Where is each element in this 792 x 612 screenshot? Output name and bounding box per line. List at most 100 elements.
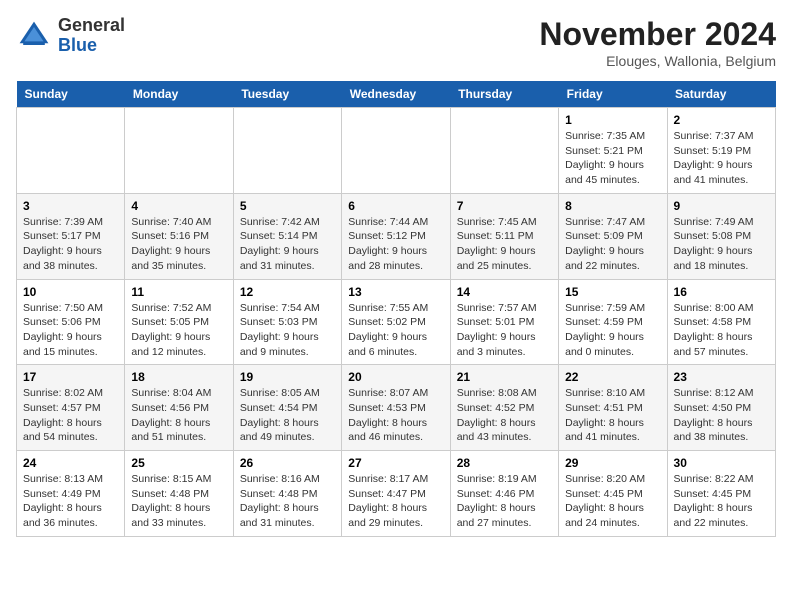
day-info: Sunrise: 7:44 AM Sunset: 5:12 PM Dayligh… xyxy=(348,215,443,274)
day-info: Sunrise: 7:40 AM Sunset: 5:16 PM Dayligh… xyxy=(131,215,226,274)
week-row-4: 24 Sunrise: 8:13 AM Sunset: 4:49 PM Dayli… xyxy=(17,451,776,537)
day-number: 28 xyxy=(457,456,552,470)
title-area: November 2024 Elouges, Wallonia, Belgium xyxy=(539,16,776,69)
day-number: 15 xyxy=(565,285,660,299)
day-number: 12 xyxy=(240,285,335,299)
logo-icon xyxy=(16,18,52,54)
day-cell: 29 Sunrise: 8:20 AM Sunset: 4:45 PM Dayli… xyxy=(559,451,667,537)
day-info: Sunrise: 7:55 AM Sunset: 5:02 PM Dayligh… xyxy=(348,301,443,360)
day-info: Sunrise: 8:05 AM Sunset: 4:54 PM Dayligh… xyxy=(240,386,335,445)
day-cell: 25 Sunrise: 8:15 AM Sunset: 4:48 PM Dayli… xyxy=(125,451,233,537)
day-number: 17 xyxy=(23,370,118,384)
day-number: 21 xyxy=(457,370,552,384)
day-info: Sunrise: 8:08 AM Sunset: 4:52 PM Dayligh… xyxy=(457,386,552,445)
day-info: Sunrise: 7:37 AM Sunset: 5:19 PM Dayligh… xyxy=(674,129,769,188)
logo-general: General xyxy=(58,15,125,35)
day-info: Sunrise: 7:47 AM Sunset: 5:09 PM Dayligh… xyxy=(565,215,660,274)
day-cell xyxy=(342,108,450,194)
day-info: Sunrise: 7:42 AM Sunset: 5:14 PM Dayligh… xyxy=(240,215,335,274)
day-number: 5 xyxy=(240,199,335,213)
day-number: 11 xyxy=(131,285,226,299)
day-number: 27 xyxy=(348,456,443,470)
day-number: 13 xyxy=(348,285,443,299)
day-cell: 9 Sunrise: 7:49 AM Sunset: 5:08 PM Daylig… xyxy=(667,193,775,279)
location: Elouges, Wallonia, Belgium xyxy=(539,53,776,69)
day-info: Sunrise: 8:02 AM Sunset: 4:57 PM Dayligh… xyxy=(23,386,118,445)
weekday-header-thursday: Thursday xyxy=(450,81,558,108)
day-info: Sunrise: 8:13 AM Sunset: 4:49 PM Dayligh… xyxy=(23,472,118,531)
day-cell: 22 Sunrise: 8:10 AM Sunset: 4:51 PM Dayli… xyxy=(559,365,667,451)
day-cell: 7 Sunrise: 7:45 AM Sunset: 5:11 PM Daylig… xyxy=(450,193,558,279)
day-cell: 4 Sunrise: 7:40 AM Sunset: 5:16 PM Daylig… xyxy=(125,193,233,279)
day-cell: 12 Sunrise: 7:54 AM Sunset: 5:03 PM Dayli… xyxy=(233,279,341,365)
day-cell: 18 Sunrise: 8:04 AM Sunset: 4:56 PM Dayli… xyxy=(125,365,233,451)
calendar-table: SundayMondayTuesdayWednesdayThursdayFrid… xyxy=(16,81,776,537)
day-info: Sunrise: 8:04 AM Sunset: 4:56 PM Dayligh… xyxy=(131,386,226,445)
day-info: Sunrise: 7:49 AM Sunset: 5:08 PM Dayligh… xyxy=(674,215,769,274)
day-info: Sunrise: 8:00 AM Sunset: 4:58 PM Dayligh… xyxy=(674,301,769,360)
day-number: 25 xyxy=(131,456,226,470)
weekday-header-row: SundayMondayTuesdayWednesdayThursdayFrid… xyxy=(17,81,776,108)
month-title: November 2024 xyxy=(539,16,776,53)
day-cell: 20Sunrise: 8:07 AM Sunset: 4:53 PM Dayli… xyxy=(342,365,450,451)
day-info: Sunrise: 8:16 AM Sunset: 4:48 PM Dayligh… xyxy=(240,472,335,531)
day-cell: 1Sunrise: 7:35 AM Sunset: 5:21 PM Daylig… xyxy=(559,108,667,194)
weekday-header-sunday: Sunday xyxy=(17,81,125,108)
day-number: 24 xyxy=(23,456,118,470)
weekday-header-saturday: Saturday xyxy=(667,81,775,108)
week-row-2: 10 Sunrise: 7:50 AM Sunset: 5:06 PM Dayli… xyxy=(17,279,776,365)
day-cell: 11 Sunrise: 7:52 AM Sunset: 5:05 PM Dayli… xyxy=(125,279,233,365)
day-number: 4 xyxy=(131,199,226,213)
day-cell: 23 Sunrise: 8:12 AM Sunset: 4:50 PM Dayli… xyxy=(667,365,775,451)
day-info: Sunrise: 8:07 AM Sunset: 4:53 PM Dayligh… xyxy=(348,386,443,445)
day-cell: 5 Sunrise: 7:42 AM Sunset: 5:14 PM Daylig… xyxy=(233,193,341,279)
week-row-0: 1Sunrise: 7:35 AM Sunset: 5:21 PM Daylig… xyxy=(17,108,776,194)
day-number: 7 xyxy=(457,199,552,213)
day-info: Sunrise: 7:52 AM Sunset: 5:05 PM Dayligh… xyxy=(131,301,226,360)
day-info: Sunrise: 7:35 AM Sunset: 5:21 PM Dayligh… xyxy=(565,129,660,188)
day-cell: 8 Sunrise: 7:47 AM Sunset: 5:09 PM Daylig… xyxy=(559,193,667,279)
day-cell: 17 Sunrise: 8:02 AM Sunset: 4:57 PM Dayli… xyxy=(17,365,125,451)
day-number: 23 xyxy=(674,370,769,384)
day-info: Sunrise: 8:22 AM Sunset: 4:45 PM Dayligh… xyxy=(674,472,769,531)
day-number: 9 xyxy=(674,199,769,213)
logo-text: General Blue xyxy=(58,16,125,56)
weekday-header-tuesday: Tuesday xyxy=(233,81,341,108)
day-cell xyxy=(125,108,233,194)
day-cell: 10 Sunrise: 7:50 AM Sunset: 5:06 PM Dayli… xyxy=(17,279,125,365)
day-info: Sunrise: 8:15 AM Sunset: 4:48 PM Dayligh… xyxy=(131,472,226,531)
day-cell: 24 Sunrise: 8:13 AM Sunset: 4:49 PM Dayli… xyxy=(17,451,125,537)
day-cell: 19 Sunrise: 8:05 AM Sunset: 4:54 PM Dayli… xyxy=(233,365,341,451)
day-cell: 14 Sunrise: 7:57 AM Sunset: 5:01 PM Dayli… xyxy=(450,279,558,365)
day-info: Sunrise: 8:12 AM Sunset: 4:50 PM Dayligh… xyxy=(674,386,769,445)
day-cell: 6Sunrise: 7:44 AM Sunset: 5:12 PM Daylig… xyxy=(342,193,450,279)
day-number: 3 xyxy=(23,199,118,213)
day-info: Sunrise: 8:20 AM Sunset: 4:45 PM Dayligh… xyxy=(565,472,660,531)
day-cell: 3 Sunrise: 7:39 AM Sunset: 5:17 PM Daylig… xyxy=(17,193,125,279)
week-row-3: 17 Sunrise: 8:02 AM Sunset: 4:57 PM Dayli… xyxy=(17,365,776,451)
page-header: General Blue November 2024 Elouges, Wall… xyxy=(16,16,776,69)
day-cell xyxy=(17,108,125,194)
day-number: 22 xyxy=(565,370,660,384)
day-info: Sunrise: 8:19 AM Sunset: 4:46 PM Dayligh… xyxy=(457,472,552,531)
day-number: 10 xyxy=(23,285,118,299)
day-number: 29 xyxy=(565,456,660,470)
week-row-1: 3 Sunrise: 7:39 AM Sunset: 5:17 PM Daylig… xyxy=(17,193,776,279)
day-number: 8 xyxy=(565,199,660,213)
day-info: Sunrise: 7:57 AM Sunset: 5:01 PM Dayligh… xyxy=(457,301,552,360)
day-info: Sunrise: 7:45 AM Sunset: 5:11 PM Dayligh… xyxy=(457,215,552,274)
day-number: 19 xyxy=(240,370,335,384)
weekday-header-wednesday: Wednesday xyxy=(342,81,450,108)
weekday-header-friday: Friday xyxy=(559,81,667,108)
day-number: 18 xyxy=(131,370,226,384)
day-cell: 21 Sunrise: 8:08 AM Sunset: 4:52 PM Dayli… xyxy=(450,365,558,451)
day-cell xyxy=(233,108,341,194)
day-info: Sunrise: 8:10 AM Sunset: 4:51 PM Dayligh… xyxy=(565,386,660,445)
day-cell: 27Sunrise: 8:17 AM Sunset: 4:47 PM Dayli… xyxy=(342,451,450,537)
day-info: Sunrise: 7:54 AM Sunset: 5:03 PM Dayligh… xyxy=(240,301,335,360)
day-number: 14 xyxy=(457,285,552,299)
day-info: Sunrise: 7:39 AM Sunset: 5:17 PM Dayligh… xyxy=(23,215,118,274)
day-cell: 30Sunrise: 8:22 AM Sunset: 4:45 PM Dayli… xyxy=(667,451,775,537)
day-info: Sunrise: 7:50 AM Sunset: 5:06 PM Dayligh… xyxy=(23,301,118,360)
logo: General Blue xyxy=(16,16,125,56)
